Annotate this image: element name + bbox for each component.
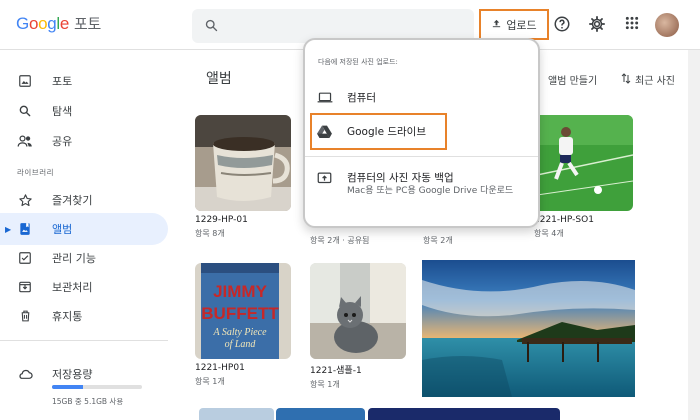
album-thumbnail[interactable] — [537, 115, 633, 211]
upload-from-google-drive[interactable]: Google 드라이브 — [317, 124, 426, 139]
sidebar-item-label: 탐색 — [52, 105, 73, 118]
album-thumbnail[interactable] — [310, 263, 406, 359]
svg-text:JIMMY: JIMMY — [213, 282, 268, 301]
svg-text:of Land: of Land — [225, 339, 257, 350]
checklist-icon — [17, 250, 33, 266]
album-icon — [17, 221, 33, 237]
menu-item-label: Google 드라이브 — [347, 126, 427, 138]
auto-backup-description: Mac용 또는 PC용 Google Drive 다운로드 — [347, 186, 514, 196]
google-photos-logo[interactable]: Google 포토 — [16, 13, 101, 34]
page-title: 앨범 — [206, 71, 232, 87]
laptop-icon — [317, 91, 333, 104]
sidebar: 포토 탐색 공유 라이브러리 즐겨찾기 ▶ 앨범 관리 기능 보관처리 휴지통 … — [0, 50, 180, 420]
album-thumbnail[interactable] — [422, 260, 635, 397]
photo-icon — [17, 73, 33, 89]
sidebar-item-label: 포토 — [52, 75, 73, 88]
scrollbar[interactable] — [688, 50, 700, 420]
upload-button[interactable]: 업로드 — [479, 9, 549, 40]
settings-gear-icon[interactable] — [588, 15, 606, 37]
album-thumbnail[interactable] — [276, 408, 365, 420]
album-item-count: 항목 2개 · 공유됨 — [310, 236, 370, 245]
apps-grid-icon[interactable] — [624, 15, 640, 35]
album-name: 1221-샘플-1 — [310, 366, 362, 376]
google-drive-icon — [317, 125, 333, 138]
album-thumbnail[interactable] — [195, 115, 291, 211]
sidebar-item-favorites[interactable]: 즐겨찾기 — [0, 184, 168, 216]
sidebar-item-label: 저장용량 — [52, 368, 93, 381]
sidebar-item-label: 즐겨찾기 — [52, 194, 93, 207]
album-thumbnail[interactable] — [199, 408, 274, 420]
sidebar-item-label: 앨범 — [52, 223, 73, 236]
upload-menu-heading: 다음에 저장된 사진 업로드: — [318, 58, 398, 66]
sidebar-item-label: 공유 — [52, 135, 73, 148]
sidebar-item-label: 관리 기능 — [52, 252, 96, 265]
sidebar-item-sharing[interactable]: 공유 — [0, 125, 168, 157]
sidebar-divider — [0, 340, 168, 341]
archive-icon — [17, 279, 33, 295]
sidebar-item-explore[interactable]: 탐색 — [0, 95, 168, 127]
sort-label: 최근 사진 — [635, 76, 675, 87]
trash-icon — [17, 308, 33, 324]
upload-label: 업로드 — [506, 18, 537, 32]
svg-text:A Salty Piece: A Salty Piece — [212, 327, 267, 338]
album-thumbnail[interactable]: JIMMY BUFFETT A Salty Piece of Land — [195, 263, 291, 359]
album-card[interactable] — [199, 408, 274, 420]
sort-button[interactable]: 최근 사진 — [621, 72, 675, 87]
search-icon — [204, 18, 219, 37]
account-avatar[interactable] — [655, 13, 679, 37]
caret-right-icon: ▶ — [5, 224, 12, 234]
album-card[interactable]: 1221-샘플-1 항목 1개 — [310, 263, 406, 390]
create-album-label: 앨범 만들기 — [548, 76, 598, 87]
album-item-count: 항목 1개 — [195, 377, 225, 386]
album-item-count: 항목 2개 — [423, 236, 453, 245]
menu-divider — [305, 156, 538, 157]
sort-icon — [621, 72, 631, 87]
product-name: 포토 — [74, 15, 102, 33]
sidebar-item-archive[interactable]: 보관처리 — [0, 271, 168, 303]
album-thumbnail[interactable] — [368, 408, 560, 420]
cloud-icon — [17, 366, 33, 382]
storage-usage-text: 15GB 중 5.1GB 사용 — [52, 397, 124, 406]
upload-icon — [491, 18, 502, 32]
help-icon[interactable] — [553, 15, 571, 37]
storage-progress-bar — [52, 385, 142, 389]
album-item-count: 항목 4개 — [534, 229, 564, 238]
sidebar-item-trash[interactable]: 휴지통 — [0, 300, 168, 332]
people-icon — [17, 133, 33, 149]
album-card[interactable] — [276, 408, 365, 420]
album-name: 1221-HP-SO1 — [534, 215, 594, 225]
album-card[interactable] — [422, 260, 635, 397]
album-card[interactable]: JIMMY BUFFETT A Salty Piece of Land 1221… — [195, 263, 291, 387]
upload-menu: 다음에 저장된 사진 업로드: 컴퓨터 Google 드라이브 컴퓨터의 사진 … — [303, 38, 540, 228]
album-card[interactable]: 1221-HP-SO1 항목 4개 — [534, 115, 633, 239]
auto-backup-option[interactable]: 컴퓨터의 사진 자동 백업 — [317, 170, 454, 185]
storage-progress-fill — [52, 385, 83, 389]
star-icon — [17, 192, 33, 208]
album-item-count: 항목 1개 — [310, 380, 340, 389]
library-section-label: 라이브러리 — [17, 168, 54, 177]
menu-item-label: 컴퓨터 — [347, 92, 376, 104]
album-card[interactable] — [368, 408, 560, 420]
album-name: 1229-HP-01 — [195, 215, 248, 225]
menu-item-label: 컴퓨터의 사진 자동 백업 — [347, 172, 454, 184]
upload-folder-icon — [317, 171, 333, 184]
sidebar-item-albums[interactable]: ▶ 앨범 — [0, 213, 168, 245]
create-album-button[interactable]: 앨범 만들기 — [548, 72, 597, 87]
sidebar-item-label: 보관처리 — [52, 281, 93, 294]
sidebar-item-utilities[interactable]: 관리 기능 — [0, 242, 168, 274]
album-name: 1221-HP01 — [195, 363, 245, 373]
sidebar-item-label: 휴지통 — [52, 310, 83, 323]
sidebar-item-photos[interactable]: 포토 — [0, 65, 168, 97]
svg-text:BUFFETT: BUFFETT — [201, 304, 279, 323]
album-card[interactable]: 1229-HP-01 항목 8개 — [195, 115, 291, 239]
search-icon — [17, 103, 33, 119]
upload-from-computer[interactable]: 컴퓨터 — [317, 90, 376, 105]
album-item-count: 항목 8개 — [195, 229, 225, 238]
